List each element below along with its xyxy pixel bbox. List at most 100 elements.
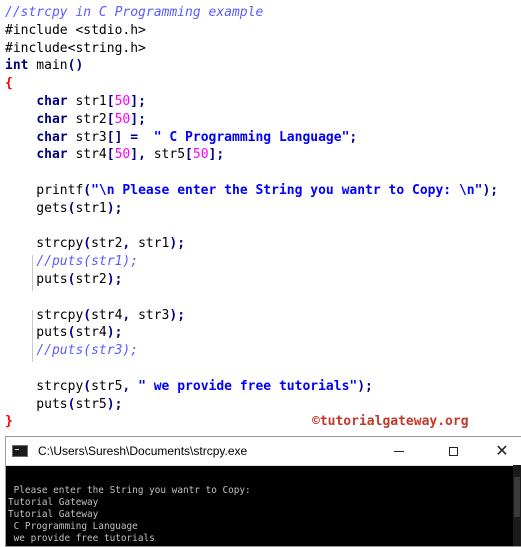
code-token: "\n Please enter the String you wantr to… [91,183,483,198]
maximize-button[interactable] [431,437,475,465]
code-token: ); [169,236,186,252]
code-token: ); [106,272,123,287]
code-token: [ [185,147,193,163]
code-token: printf [5,183,84,198]
code-token: puts [5,396,68,412]
code-token: str5 [145,147,186,163]
code-line: #include<string.h> [5,40,146,58]
code-token: } [5,414,13,430]
close-button[interactable]: ✕ [480,437,521,465]
code-token: char [36,129,68,145]
code-token: ( [83,236,92,252]
console-output-line: we provide free tutorials [8,533,155,544]
code-token: ( [83,307,92,323]
code-line: } [5,413,13,431]
console-titlebar[interactable]: C:\Users\Suresh\Documents\strcpy.exe ✕ [6,437,521,466]
code-token: char [36,147,68,163]
code-token: [ [106,147,115,163]
code-token: strcpy [5,307,84,323]
code-token: main [28,58,68,74]
console-output-line: Tutorial Gateway [8,497,99,508]
code-token: ); [106,325,123,341]
code-line: gets(str1); [5,200,122,218]
console-window[interactable]: C:\Users\Suresh\Documents\strcpy.exe ✕ P… [5,436,521,547]
code-token: char [36,111,68,127]
code-token: ], [130,147,146,163]
code-token: ); [357,378,373,394]
code-token: ); [169,307,186,323]
console-title: C:\Users\Suresh\Documents\strcpy.exe [38,444,248,458]
code-token: str4 [67,147,107,163]
code-token: puts [5,272,68,287]
code-line: char str4[50], str5[50]; [5,146,224,164]
code-token: str1 [130,236,170,252]
code-line: //strcpy in C Programming example [5,4,263,22]
minimize-button[interactable] [377,437,421,465]
code-token: ); [106,200,123,216]
code-line: char str3[] = " C Programming Language"; [5,129,357,147]
code-token: [ [106,111,115,127]
code-token: 50 [114,111,131,127]
code-token: ]; [130,94,146,109]
code-token: strcpy [5,236,84,252]
code-token: ); [482,183,499,198]
code-token: 50 [114,147,131,163]
code-token: //puts(str3); [36,343,139,359]
code-token: gets [5,200,68,216]
console-output-line: C Programming Language [8,521,138,532]
close-icon: ✕ [495,441,509,460]
code-token: str2 [75,272,107,287]
code-line: puts(str2); [5,271,122,289]
code-token: puts [5,325,68,341]
code-token: char [36,94,68,109]
code-token: str1 [75,200,107,216]
code-token: str4 [75,325,107,341]
code-token: ; [349,129,358,145]
console-scrollbar[interactable] [513,465,521,546]
code-token: ]; [130,111,146,127]
console-output-line [8,473,509,485]
code-token: #include <stdio.h> [5,22,146,38]
watermark-text: ©tutorialgateway.org [312,414,469,429]
code-token: str5 [91,378,123,394]
code-token: () [67,58,84,74]
scrollbar-thumb[interactable] [514,477,520,517]
code-token: str5 [75,396,107,412]
minimize-icon [394,450,404,452]
code-token: " C Programming Language" [153,129,350,145]
code-token: #include<string.h> [5,40,146,56]
console-output[interactable]: Please enter the String you wantr to Cop… [8,473,509,546]
code-line: char str1[50]; [5,93,146,111]
console-output-line: Tutorial Gateway [8,509,99,520]
indent-guide [32,310,33,362]
code-line: puts(str5); [5,396,122,414]
code-line: printf("\n Please enter the String you w… [5,182,498,200]
code-token: ( [83,378,92,394]
code-editor[interactable]: //strcpy in C Programming example #includ… [0,0,521,436]
code-token: [] = [106,129,139,145]
code-token: ( [83,183,92,198]
code-token: int [5,58,29,74]
code-line: #include <stdio.h> [5,22,146,40]
code-token: { [5,76,13,92]
code-token: [ [106,94,115,109]
code-token: str2 [91,236,123,252]
code-token: str4 [91,307,123,323]
console-app-icon [12,445,28,457]
code-line: char str2[50]; [5,111,146,129]
code-token: //puts(str1); [36,254,139,270]
code-line: { [5,75,13,93]
code-token: 50 [192,147,209,163]
code-token: ]; [208,147,225,163]
code-token: ); [106,396,123,412]
code-line: //puts(str1); [5,253,138,271]
code-line: int main() [5,57,83,75]
code-token: str3 [130,307,170,323]
code-token: strcpy [5,378,84,394]
